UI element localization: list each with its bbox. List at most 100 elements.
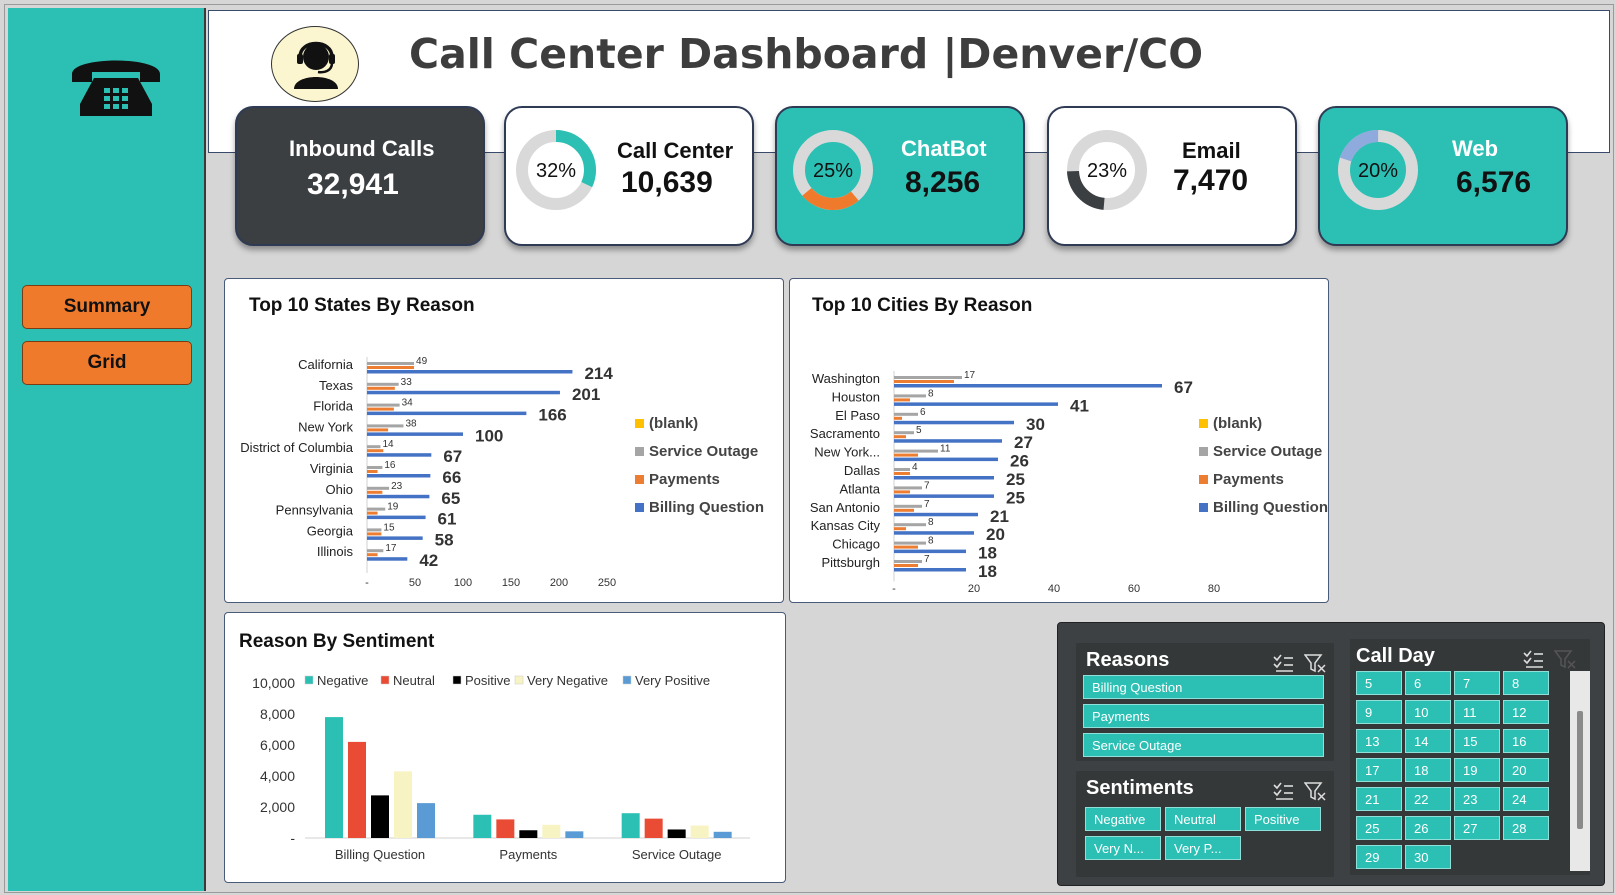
legend-item: Very Negative (527, 673, 608, 688)
data-label: 166 (538, 406, 566, 425)
call-day-item[interactable]: 17 (1356, 758, 1402, 782)
call-day-item[interactable]: 20 (1503, 758, 1549, 782)
multi-select-icon[interactable] (1522, 649, 1544, 669)
call-day-item[interactable]: 28 (1503, 816, 1549, 840)
bar-billing-question (894, 549, 966, 554)
call-day-item[interactable]: 9 (1356, 700, 1402, 724)
legend-item: Negative (317, 673, 368, 688)
call-day-item[interactable]: 5 (1356, 671, 1402, 695)
call-day-item[interactable]: 14 (1405, 729, 1451, 753)
call-day-item[interactable]: 18 (1405, 758, 1451, 782)
data-label-small: 33 (401, 377, 413, 388)
data-label: 25 (1006, 470, 1025, 489)
bar-negative (473, 814, 492, 838)
bar-payments (367, 532, 382, 536)
bar-negative (621, 813, 640, 838)
call-day-item[interactable]: 24 (1503, 787, 1549, 811)
kpi-inbound-calls: Inbound Calls 32,941 (235, 106, 485, 246)
category-label: El Paso (835, 408, 880, 423)
data-label-small: 38 (405, 418, 417, 429)
bar-billing-question (367, 557, 408, 561)
email-pct: 23% (1086, 160, 1128, 182)
bar-payments (367, 490, 383, 494)
data-label: 18 (978, 544, 997, 563)
kpi-label: Email (1182, 138, 1241, 163)
data-label: 25 (1006, 488, 1025, 507)
bar-service-outage (894, 560, 922, 563)
bar-very-positive (713, 831, 732, 838)
call-day-item[interactable]: 16 (1503, 729, 1549, 753)
legend-swatch (622, 675, 632, 685)
kpi-label: Call Center (617, 138, 734, 163)
bar-service-outage (894, 376, 962, 379)
bar-service-outage (367, 362, 415, 365)
call-day-item[interactable]: 15 (1454, 729, 1500, 753)
reason-item[interactable]: Payments (1083, 704, 1324, 728)
grid-button[interactable]: Grid (22, 341, 192, 385)
states-chart-panel: Top 10 States By Reason California 214 49 T… (224, 278, 784, 603)
bar-service-outage (367, 424, 404, 428)
category-label: Pennsylvania (276, 503, 354, 518)
call-day-item[interactable]: 29 (1356, 845, 1402, 869)
states-chart: California 214 49 Texas 201 33 Florida 166 34 New… (240, 356, 764, 589)
sentiment-item[interactable]: Positive (1245, 807, 1321, 831)
multi-select-icon[interactable] (1272, 653, 1294, 673)
call-day-item[interactable]: 10 (1405, 700, 1451, 724)
cities-chart-panel: Top 10 Cities By Reason Washington 67 17 Ho… (789, 278, 1329, 603)
data-label-small: 16 (384, 460, 396, 471)
call-day-item[interactable]: 8 (1503, 671, 1549, 695)
summary-button[interactable]: Summary (22, 285, 192, 329)
scrollbar-track[interactable] (1570, 671, 1590, 871)
bar-service-outage (894, 431, 914, 435)
call-day-item[interactable]: 7 (1454, 671, 1500, 695)
call-day-item[interactable]: 30 (1405, 845, 1451, 869)
legend-swatch (514, 675, 524, 685)
call-day-item[interactable]: 25 (1356, 816, 1402, 840)
bar-service-outage (894, 468, 910, 471)
clear-filter-icon[interactable] (1304, 653, 1326, 673)
bar-very-positive (417, 803, 435, 838)
call-day-item[interactable]: 27 (1454, 816, 1500, 840)
bar-neutral (496, 819, 515, 838)
bar-billing-question (894, 457, 998, 462)
category-label: New York... (814, 445, 880, 460)
legend-item: Service Outage (1213, 443, 1322, 460)
data-label-small: 4 (912, 462, 918, 473)
x-category-label: Billing Question (335, 847, 425, 862)
bar-service-outage (894, 412, 918, 416)
bar-payments (894, 453, 918, 457)
legend-item: Positive (465, 673, 511, 688)
call-day-item[interactable]: 23 (1454, 787, 1500, 811)
kpi-value: 6,576 (1456, 166, 1532, 199)
call-day-item[interactable]: 11 (1454, 700, 1500, 724)
x-tick-label: 150 (502, 577, 520, 589)
reason-item[interactable]: Billing Question (1083, 675, 1324, 699)
bar-payments (894, 564, 918, 567)
call-day-item[interactable]: 12 (1503, 700, 1549, 724)
legend-swatch (380, 675, 390, 685)
kpi-value: 7,470 (1173, 164, 1249, 197)
sentiment-item[interactable]: Very N... (1085, 836, 1161, 860)
call-day-item[interactable]: 6 (1405, 671, 1451, 695)
kpi-chatbot: 25% ChatBot 8,256 (775, 106, 1025, 246)
bar-billing-question (367, 432, 463, 436)
legend-swatch (1199, 503, 1208, 512)
sentiment-item[interactable]: Very P... (1165, 836, 1241, 860)
clear-filter-icon[interactable] (1554, 649, 1576, 669)
call-day-item[interactable]: 22 (1405, 787, 1451, 811)
call-day-item[interactable]: 26 (1405, 816, 1451, 840)
reason-item[interactable]: Service Outage (1083, 733, 1324, 757)
bar-billing-question (894, 439, 1002, 443)
scrollbar-thumb[interactable] (1577, 711, 1583, 829)
category-label: Chicago (832, 537, 880, 552)
call-day-item[interactable]: 19 (1454, 758, 1500, 782)
sentiment-item[interactable]: Neutral (1165, 807, 1241, 831)
data-label: 42 (419, 551, 438, 570)
call-day-item[interactable]: 21 (1356, 787, 1402, 811)
bar-billing-question (367, 515, 426, 520)
multi-select-icon[interactable] (1272, 781, 1294, 801)
sentiment-item[interactable]: Negative (1085, 807, 1161, 831)
bar-billing-question (894, 402, 1058, 406)
call-day-item[interactable]: 13 (1356, 729, 1402, 753)
clear-filter-icon[interactable] (1304, 781, 1326, 801)
